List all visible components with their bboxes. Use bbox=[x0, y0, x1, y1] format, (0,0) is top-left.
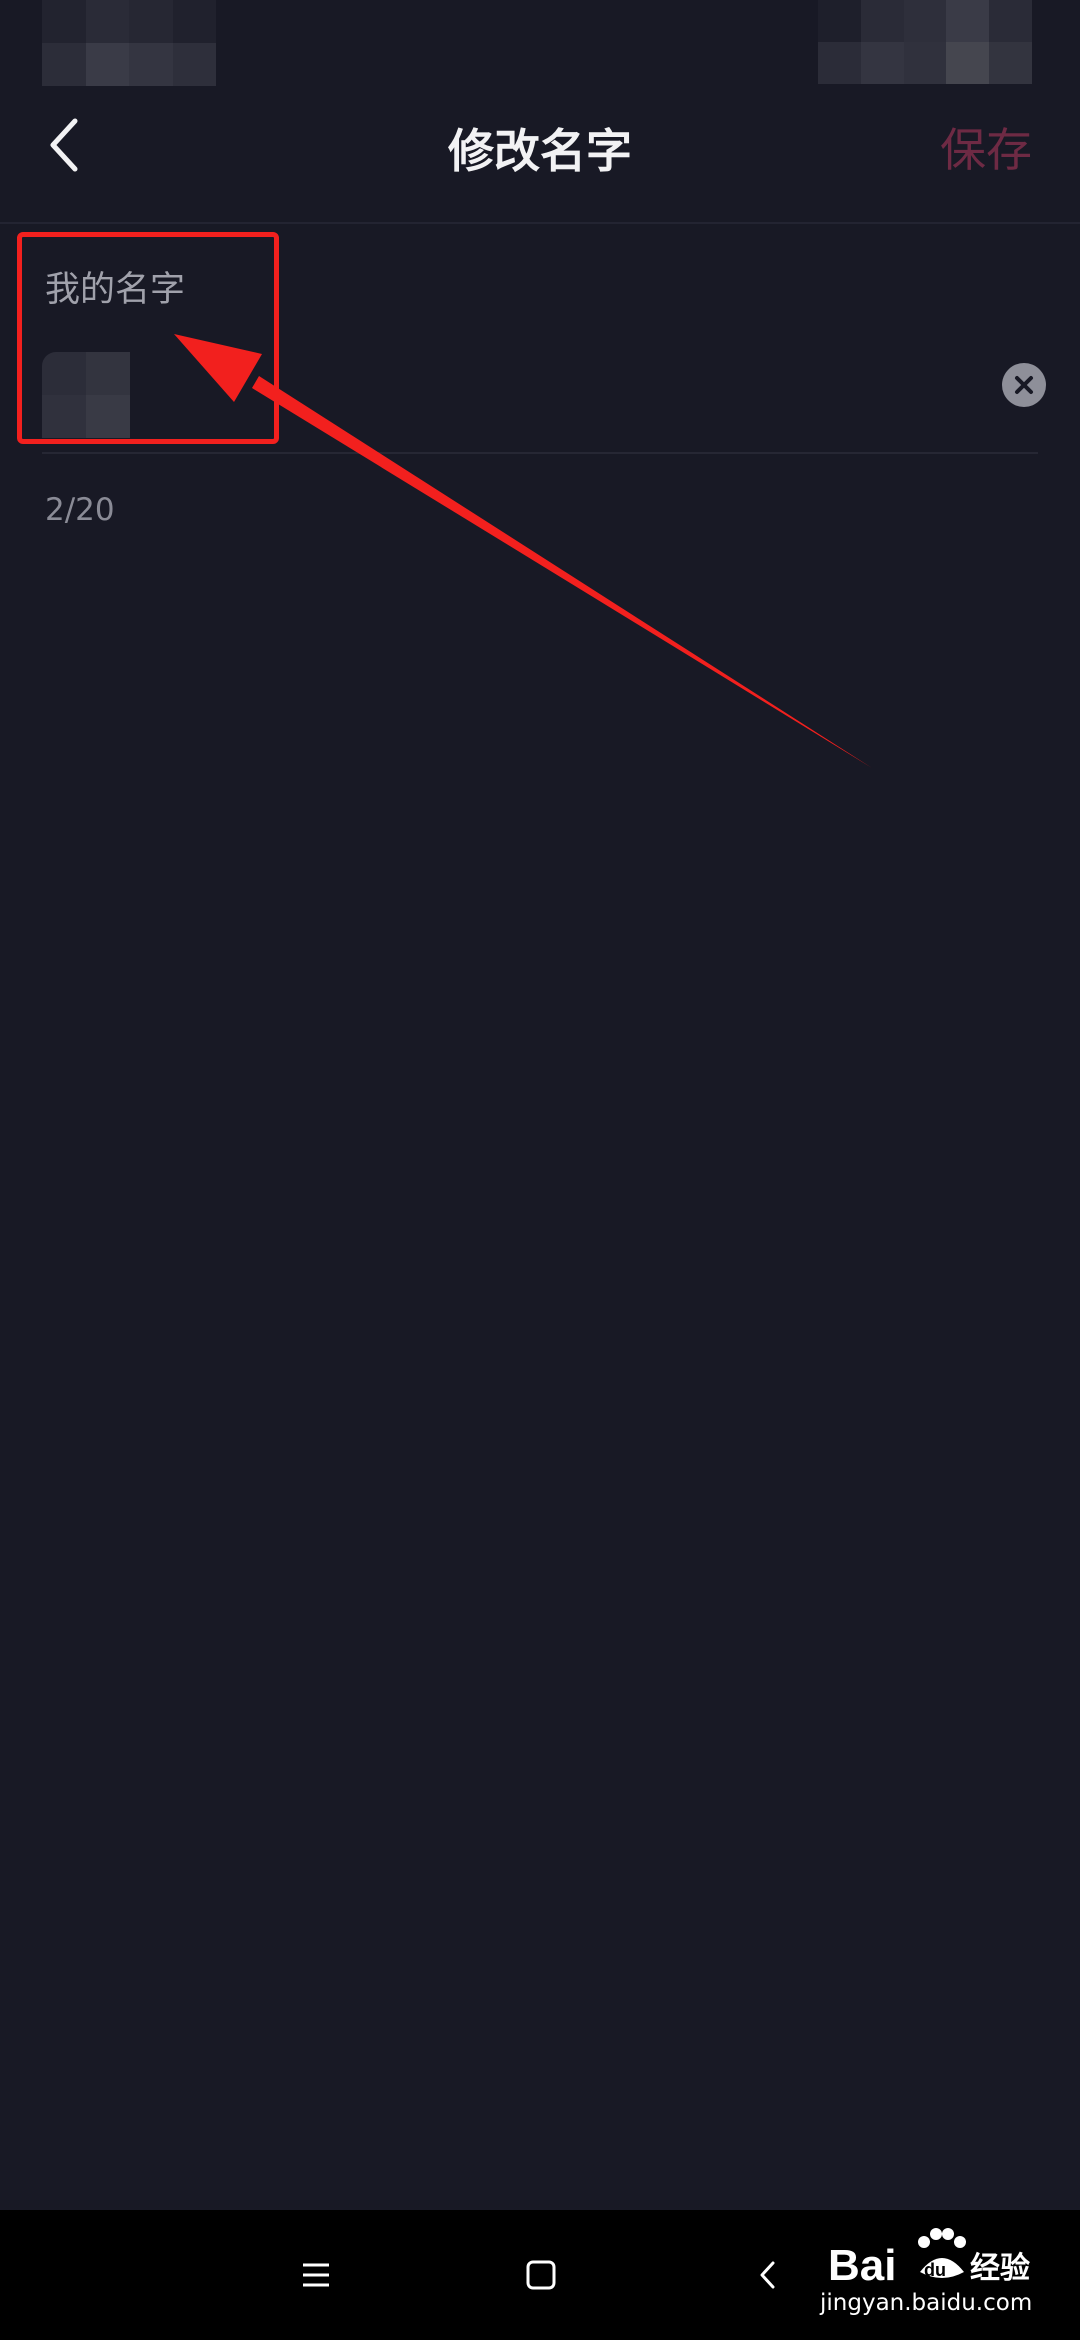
status-bar-left-pixelated bbox=[42, 0, 216, 86]
nav-home-button[interactable] bbox=[501, 2235, 581, 2315]
status-bar-right-pixelated bbox=[818, 0, 1032, 84]
save-button[interactable]: 保存 bbox=[940, 110, 1032, 190]
header: 修改名字 保存 bbox=[0, 90, 1080, 224]
square-icon bbox=[526, 2260, 556, 2290]
nav-menu-button[interactable] bbox=[276, 2235, 356, 2315]
field-divider bbox=[42, 452, 1038, 454]
back-button[interactable] bbox=[30, 110, 100, 180]
menu-icon bbox=[303, 2263, 329, 2287]
name-field-section: 我的名字 bbox=[0, 224, 1080, 454]
field-label: 我的名字 bbox=[45, 270, 186, 310]
char-count: 2/20 bbox=[45, 492, 115, 528]
name-input-wrap bbox=[42, 346, 1002, 438]
clear-input-button[interactable] bbox=[1002, 363, 1046, 407]
system-nav-bar bbox=[0, 2210, 1080, 2340]
chevron-left-icon bbox=[760, 2261, 775, 2289]
nav-back-button[interactable] bbox=[728, 2235, 808, 2315]
close-icon bbox=[1015, 376, 1033, 394]
page-title: 修改名字 bbox=[448, 124, 632, 178]
chevron-left-icon bbox=[50, 118, 78, 172]
edit-name-screen: 修改名字 保存 我的名字 2/20 Bai du 经验 jingyan.baid… bbox=[0, 0, 1080, 2340]
name-input[interactable] bbox=[42, 346, 942, 430]
status-bar bbox=[0, 0, 1080, 90]
